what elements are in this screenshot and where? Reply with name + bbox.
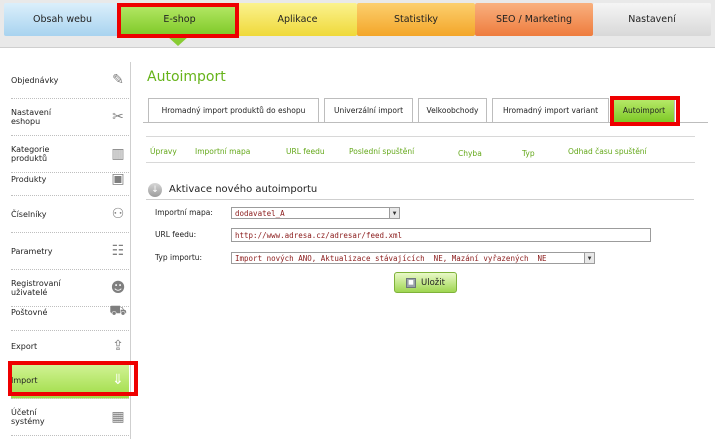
tab-seo-marketing[interactable]: SEO / Marketing (475, 3, 593, 36)
sidebar-item-label: Číselníky (11, 209, 47, 219)
edit-icon: ✎ (112, 72, 124, 88)
tab-label: Nastavení (628, 14, 676, 25)
column-header-typ: Typ (522, 149, 535, 158)
import-type-select[interactable]: Import nových ANO, Aktualizace stávající… (231, 252, 595, 264)
sidebar-item-label: Export (11, 341, 38, 351)
sidebar-item-ciselniky[interactable]: Číselníky ⚇ (11, 196, 129, 233)
sidebar-item-ucetni-systemy[interactable]: Účetní systémy ▦ (11, 399, 129, 436)
select-value: Import nových ANO, Aktualizace stávající… (235, 253, 547, 263)
tab-label: Aplikace (277, 14, 318, 25)
highlight-import-item (8, 361, 138, 396)
box-icon: ▣ (111, 171, 125, 187)
sidebar-item-label: Kategorie produktů (11, 145, 50, 163)
tab-label: Obsah webu (33, 14, 92, 25)
top-navigation: Obsah webu E-shop Aplikace Statistiky SE… (0, 0, 715, 48)
url-feed-input[interactable]: http://www.adresa.cz/adresar/feed.xml (231, 228, 651, 242)
tab-univerzalni-import[interactable]: Univerzální import (324, 98, 413, 122)
tab-velkoobchody[interactable]: Velkoobchody (418, 98, 487, 122)
dropdown-arrow-icon: ▼ (389, 208, 399, 218)
sidebar-item-label: Produkty (11, 174, 47, 184)
sidebar-item-label: Účetní systémy (11, 408, 45, 426)
tab-label: SEO / Marketing (495, 14, 573, 25)
highlight-autoimport-tab (610, 96, 680, 126)
tab-hromadny-import-variant[interactable]: Hromadný import variant (492, 98, 609, 122)
sidebar-item-label: Poštovné (11, 307, 48, 317)
sidebar-item-label: Objednávky (11, 75, 59, 85)
import-map-select[interactable]: dodavatel_A ▼ (231, 207, 400, 219)
sidebar-item-parametry[interactable]: Parametry ☷ (11, 233, 129, 270)
sidebar-item-nastaveni-eshopu[interactable]: Nastavení eshopu ✂ (11, 99, 129, 136)
autoimport-table-header: Úpravy Importní mapa URL feedu Poslední … (146, 136, 695, 163)
subtab-label: Hromadný import variant (502, 106, 599, 115)
book-icon: ▥ (111, 146, 125, 162)
import-map-label: Importní mapa: (155, 208, 213, 217)
subtab-label: Hromadný import produktů do eshopu (161, 106, 306, 115)
column-header-odhad-casu: Odhad času spuštění (568, 147, 647, 156)
tab-nastaveni[interactable]: Nastavení (593, 3, 711, 36)
sidebar-item-export[interactable]: Export ⇪ (11, 328, 129, 365)
sidebar-item-label: Parametry (11, 246, 53, 256)
sidebar-item-label: Nastavení eshopu (11, 108, 52, 126)
tab-hromadny-import-produktu[interactable]: Hromadný import produktů do eshopu (148, 98, 319, 122)
save-button-label: Uložit (421, 277, 445, 288)
upload-icon: ⇪ (112, 338, 124, 354)
column-header-posledni-spusteni: Poslední spuštění (349, 147, 415, 156)
section-header: ↓ Aktivace nového autoimportu (146, 180, 694, 200)
save-button[interactable]: ■ Uložit (394, 272, 457, 293)
sidebar-item-produkty[interactable]: Produkty ▣ (11, 163, 129, 196)
select-value: dodavatel_A (235, 208, 285, 218)
tab-label: Statistiky (393, 14, 439, 25)
column-header-importni-mapa: Importní mapa (195, 147, 251, 156)
tab-obsah-webu[interactable]: Obsah webu (4, 3, 121, 36)
url-feed-label: URL feedu: (155, 230, 197, 239)
calculator-icon: ▦ (111, 409, 125, 425)
floppy-disk-icon: ■ (406, 277, 417, 288)
import-type-label: Typ importu: (155, 253, 203, 262)
sliders-icon: ☷ (111, 243, 125, 259)
tools-icon: ✂ (112, 109, 124, 125)
tab-aplikace[interactable]: Aplikace (238, 3, 357, 36)
page-title: Autoimport (147, 69, 226, 85)
truck-icon: ⛟ (109, 303, 127, 319)
section-title: Aktivace nového autoimportu (169, 184, 318, 195)
sidebar-item-objednavky[interactable]: Objednávky ✎ (11, 62, 129, 99)
sidebar-item-postovne[interactable]: Poštovné ⛟ (11, 294, 129, 331)
sidebar: Objednávky ✎ Nastavení eshopu ✂ Kategori… (3, 62, 138, 439)
tab-statistiky[interactable]: Statistiky (357, 3, 475, 36)
subtab-label: Univerzální import (333, 106, 404, 115)
highlight-e-shop-tab (117, 3, 239, 38)
dropdown-arrow-icon: ▼ (584, 253, 594, 263)
binoculars-icon: ⚇ (111, 206, 125, 222)
column-header-chyba: Chyba (458, 149, 482, 158)
subtab-label: Velkoobchody (426, 106, 479, 115)
column-header-url-feedu: URL feedu (286, 147, 325, 156)
arrow-down-circle-icon: ↓ (148, 182, 162, 197)
column-header-upravy: Úpravy (150, 147, 177, 156)
